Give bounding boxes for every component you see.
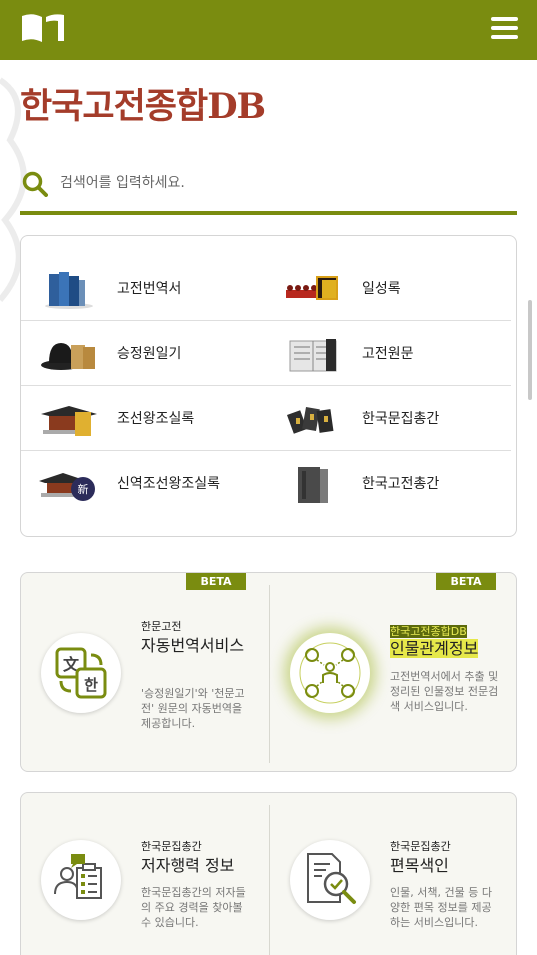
service-card: 한국문집총간 저자행력 정보 한국문집총간의 저자들의 주요 경력을 찾아볼 수…: [20, 792, 517, 955]
people-network-icon: [290, 633, 370, 713]
database-list: 고전번역서 일성록 승정원일기 고전원문 조선왕조실록 한국문집총간 新 신역조…: [20, 235, 517, 537]
service-kicker: 한문고전: [141, 620, 182, 633]
db-item-new-joseon-annals[interactable]: 新 신역조선왕조실록: [21, 451, 266, 516]
db-item-ilseongnok[interactable]: 일성록: [266, 256, 511, 321]
search-icon[interactable]: [22, 171, 48, 197]
service-description: 한국문집총간의 저자들의 주요 경력을 찾아볼 수 있습니다.: [141, 886, 246, 929]
service-kicker: 한국문집총간: [390, 840, 451, 853]
db-item-classic-originals[interactable]: 고전원문: [266, 321, 511, 386]
search-input[interactable]: [60, 168, 500, 198]
translate-icon: 文 한: [41, 633, 121, 713]
db-item-label: 고전원문: [362, 346, 414, 362]
service-auto-translation[interactable]: BETA 文 한 한문고전 자동번역서비스 '승정원일기'와 '천문고전' 원문…: [21, 573, 269, 771]
service-description: 인물, 서책, 건물 등 다양한 편목 정보를 제공하는 서비스입니다.: [390, 886, 492, 929]
top-bar: [0, 0, 537, 60]
db-item-label: 일성록: [362, 281, 401, 297]
scrollbar[interactable]: [528, 300, 532, 400]
svg-text:新: 新: [78, 482, 89, 496]
db-item-label: 신역조선왕조실록: [117, 476, 221, 492]
book-set-icon: [298, 467, 328, 503]
service-title: 자동번역서비스: [141, 636, 245, 655]
document-search-icon: [290, 840, 370, 920]
service-kicker: 한국고전종합DB: [390, 625, 467, 638]
db-item-label: 승정원일기: [117, 346, 182, 362]
beta-badge: BETA: [186, 573, 246, 590]
palace-icon: [41, 406, 97, 436]
database-row: 승정원일기 고전원문: [21, 321, 511, 386]
db-item-translated-classics[interactable]: 고전번역서: [21, 256, 266, 321]
service-title: 저자행력 정보: [141, 856, 235, 875]
db-item-label: 한국고전총간: [362, 476, 440, 492]
hamburger-menu-icon[interactable]: [491, 17, 518, 41]
service-kicker: 한국문집총간: [141, 840, 202, 853]
service-card: BETA 文 한 한문고전 자동번역서비스 '승정원일기'와 '천문고전' 원문…: [20, 572, 517, 772]
search-bar: [20, 160, 517, 215]
open-book-icon: [289, 339, 337, 372]
service-author-career[interactable]: 한국문집총간 저자행력 정보 한국문집총간의 저자들의 주요 경력을 찾아볼 수…: [21, 793, 269, 955]
beta-badge: BETA: [436, 573, 496, 590]
db-item-label: 고전번역서: [117, 281, 182, 297]
author-profile-icon: [41, 840, 121, 920]
service-person-relations[interactable]: BETA 한국고전종합DB 인물관계정보 고전번역서에서 추출 및 정리된 인물…: [270, 573, 516, 771]
procession-icon: [286, 276, 338, 300]
svg-text:한: 한: [84, 676, 98, 694]
database-row: 고전번역서 일성록: [21, 256, 511, 321]
palace-new-icon: 新: [39, 473, 95, 501]
service-description: '승정원일기'와 '천문고전' 원문의 자동번역을 제공합니다.: [141, 687, 245, 730]
service-section-index[interactable]: 한국문집총간 편목색인 인물, 서책, 건물 등 다양한 편목 정보를 제공하는…: [270, 793, 516, 955]
books-icon: [45, 272, 93, 309]
db-item-korean-classics-series[interactable]: 한국고전총간: [266, 451, 511, 516]
site-title: 한국고전종합DB: [20, 86, 266, 127]
database-row: 新 신역조선왕조실록 한국고전총간: [21, 451, 511, 516]
db-item-seungjeongwon-ilgi[interactable]: 승정원일기: [21, 321, 266, 386]
service-description: 고전번역서에서 추출 및 정리된 인물정보 전문검색 서비스입니다.: [390, 670, 499, 713]
db-item-joseon-annals[interactable]: 조선왕조실록: [21, 386, 266, 451]
official-hat-icon: [41, 343, 95, 370]
db-item-label: 한국문집총간: [362, 411, 440, 427]
service-title: 인물관계정보: [390, 639, 479, 658]
db-item-label: 조선왕조실록: [117, 411, 195, 427]
db-item-korean-literary-collections[interactable]: 한국문집총간: [266, 386, 511, 451]
database-row: 조선왕조실록 한국문집총간: [21, 386, 511, 451]
service-title: 편목색인: [390, 856, 449, 875]
booklets-icon: [287, 406, 334, 434]
book-logo-icon[interactable]: [20, 12, 68, 44]
